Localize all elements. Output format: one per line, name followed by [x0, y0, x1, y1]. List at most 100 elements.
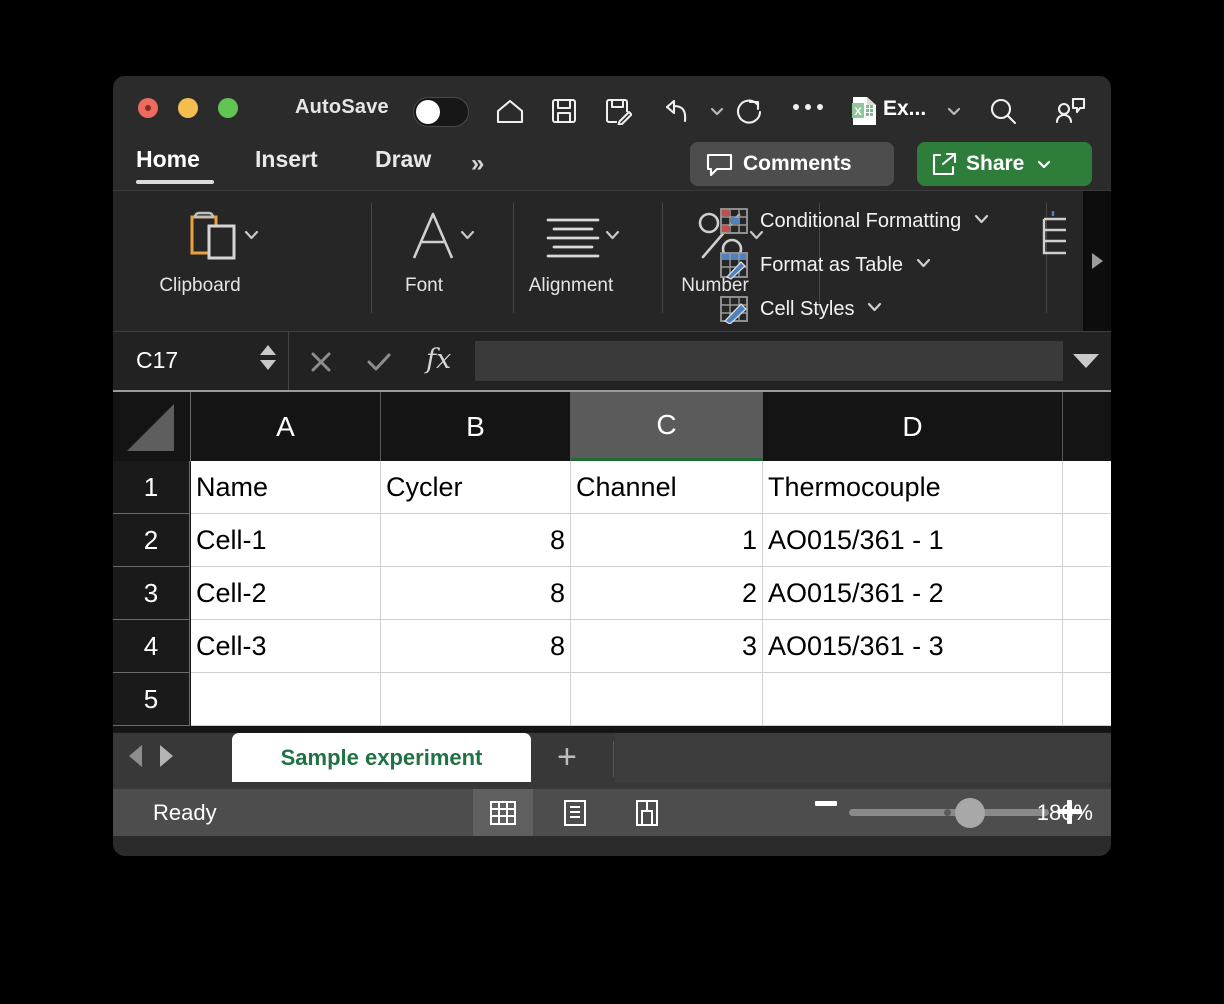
maximize-window-button[interactable] [218, 98, 238, 118]
column-header-D[interactable]: D [763, 392, 1063, 461]
autosave-toggle[interactable] [413, 97, 469, 127]
more-options-icon[interactable] [793, 104, 823, 110]
comments-button[interactable]: Comments [690, 142, 894, 186]
tab-overflow-icon[interactable]: » [471, 150, 484, 178]
cell-D1[interactable]: Thermocouple [763, 461, 1063, 514]
conditional-formatting-button[interactable]: Conditional Formatting [719, 205, 991, 237]
cell-styles-button[interactable]: Cell Styles [719, 293, 884, 325]
row-header-2[interactable]: 2 [113, 514, 190, 567]
cell-B1[interactable]: Cycler [381, 461, 571, 514]
cell-A5[interactable] [191, 673, 381, 726]
zoom-slider-handle[interactable] [955, 798, 985, 828]
cell-A1[interactable]: Name [191, 461, 381, 514]
column-header-C[interactable]: C [571, 392, 763, 461]
font-dropdown-icon[interactable] [458, 227, 477, 248]
cell-C2[interactable]: 1 [571, 514, 763, 567]
tab-draw[interactable]: Draw [375, 146, 431, 173]
zoom-level-label[interactable]: 180% [993, 800, 1093, 826]
column-header-A[interactable]: A [191, 392, 381, 461]
select-all-corner[interactable] [113, 392, 191, 462]
status-text: Ready [153, 800, 217, 825]
column-header-B[interactable]: B [381, 392, 571, 461]
cell-E1[interactable] [1063, 461, 1111, 514]
cells-group-icon[interactable] [1041, 209, 1081, 265]
cell-C4[interactable]: 3 [571, 620, 763, 673]
cell-C3[interactable]: 2 [571, 567, 763, 620]
previous-sheet-button[interactable] [129, 745, 142, 767]
cell-D2[interactable]: AO015/361 - 1 [763, 514, 1063, 567]
cell-B3[interactable]: 8 [381, 567, 571, 620]
row-header-3[interactable]: 3 [113, 567, 190, 620]
cell-E3[interactable] [1063, 567, 1111, 620]
home-icon[interactable] [493, 94, 527, 128]
cell-D5[interactable] [763, 673, 1063, 726]
page-break-view-icon[interactable] [617, 789, 677, 836]
cell-E5[interactable] [1063, 673, 1111, 726]
cell-D3[interactable]: AO015/361 - 2 [763, 567, 1063, 620]
clipboard-icon[interactable] [176, 205, 252, 267]
ribbon-group-font[interactable]: Font [385, 191, 505, 331]
next-sheet-button[interactable] [160, 745, 173, 767]
row-header-5[interactable]: 5 [113, 673, 190, 726]
cell-D4[interactable]: AO015/361 - 3 [763, 620, 1063, 673]
cell-C1[interactable]: Channel [571, 461, 763, 514]
cell-A2[interactable]: Cell-1 [191, 514, 381, 567]
confirm-formula-button[interactable] [363, 346, 395, 378]
search-icon[interactable] [986, 94, 1020, 128]
app-name-label: Ex... [883, 97, 927, 120]
cell-E2[interactable] [1063, 514, 1111, 567]
cell-A3[interactable]: Cell-2 [191, 567, 381, 620]
name-box[interactable]: C17 [113, 332, 289, 390]
alignment-dropdown-icon[interactable] [603, 227, 622, 248]
save-as-icon[interactable] [601, 94, 635, 128]
ribbon-group-alignment[interactable]: Alignment [525, 191, 685, 331]
column-header-E[interactable] [1063, 392, 1111, 461]
cell-B4[interactable]: 8 [381, 620, 571, 673]
tab-home[interactable]: Home [136, 146, 200, 173]
formula-input[interactable] [475, 341, 1063, 381]
zoom-out-button[interactable] [815, 801, 837, 806]
format-as-table-button[interactable]: Format as Table [719, 249, 933, 281]
conditional-formatting-dropdown-icon[interactable] [972, 211, 991, 232]
normal-view-icon[interactable] [473, 789, 533, 836]
excel-app-icon: X [851, 96, 877, 126]
format-as-table-dropdown-icon[interactable] [914, 255, 933, 276]
share-button[interactable]: Share [917, 142, 1092, 186]
collaborators-icon[interactable] [1053, 94, 1087, 128]
spinner-down-icon[interactable] [260, 360, 276, 370]
row-header-1[interactable]: 1 [113, 461, 190, 514]
cell-E4[interactable] [1063, 620, 1111, 673]
chevron-right-icon [1091, 253, 1103, 269]
add-sheet-button[interactable]: + [557, 740, 577, 774]
spinner-up-icon[interactable] [260, 345, 276, 355]
row-header-4[interactable]: 4 [113, 620, 190, 673]
cell-B5[interactable] [381, 673, 571, 726]
ribbon-scroll-right-button[interactable] [1083, 191, 1111, 331]
formula-bar-expand-icon[interactable] [1073, 354, 1099, 368]
cell-C5[interactable] [571, 673, 763, 726]
comments-label: Comments [743, 152, 852, 175]
cell-B2[interactable]: 8 [381, 514, 571, 567]
cell-styles-dropdown-icon[interactable] [865, 299, 884, 320]
redo-icon[interactable] [733, 94, 767, 128]
cancel-formula-button[interactable] [305, 346, 337, 378]
excel-window: AutoSave X Ex... Home Insert Draw » Comm… [113, 76, 1111, 856]
undo-icon[interactable] [658, 94, 692, 128]
conditional-formatting-icon [720, 208, 748, 234]
undo-dropdown-icon[interactable] [709, 104, 725, 118]
tab-insert[interactable]: Insert [255, 146, 318, 173]
minimize-window-button[interactable] [178, 98, 198, 118]
page-layout-view-icon[interactable] [545, 789, 605, 836]
alignment-icon[interactable] [535, 205, 611, 267]
app-dropdown-icon[interactable] [946, 104, 962, 118]
ribbon-group-clipboard[interactable]: Clipboard [142, 191, 287, 331]
name-box-spinner[interactable] [260, 345, 276, 370]
cell-A4[interactable]: Cell-3 [191, 620, 381, 673]
save-icon[interactable] [547, 94, 581, 128]
autosave-toggle-knob [416, 100, 440, 124]
clipboard-dropdown-icon[interactable] [242, 227, 261, 248]
sheet-bar-empty-area [615, 733, 1111, 782]
sheet-tab-sample-experiment[interactable]: Sample experiment [232, 733, 531, 782]
close-window-button[interactable] [138, 98, 158, 118]
insert-function-icon[interactable]: fx [426, 344, 451, 375]
